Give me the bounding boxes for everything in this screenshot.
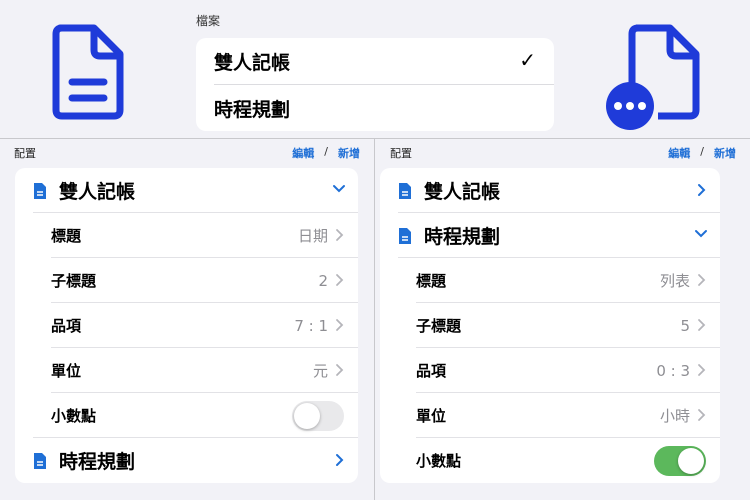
chevron-right-icon (336, 319, 344, 331)
decimal-toggle[interactable] (654, 446, 706, 476)
config-list: 雙人記帳 標題 日期 子標題 2 品項 7 : 1 單位 元 小數點 時程規劃 (15, 168, 358, 483)
chevron-right-icon (336, 229, 344, 241)
row-label: 子標題 (416, 317, 462, 335)
group-header-schedule[interactable]: 時程規劃 (15, 438, 358, 483)
row-value: 小時 (659, 407, 690, 425)
group-title: 時程規劃 (59, 451, 136, 473)
divider (374, 139, 375, 500)
group-header-couple-budget[interactable]: 雙人記帳 (380, 168, 720, 213)
group-header-schedule[interactable]: 時程規劃 (380, 213, 720, 258)
edit-button[interactable]: 編輯 (292, 145, 314, 161)
row-label: 單位 (416, 407, 447, 425)
row-unit[interactable]: 單位 小時 (380, 393, 720, 438)
row-items[interactable]: 品項 0 : 3 (380, 348, 720, 393)
file-label: 檔案 (196, 14, 221, 28)
add-button[interactable]: 新增 (338, 145, 360, 161)
group-title: 時程規劃 (424, 226, 501, 248)
chevron-down-icon (695, 230, 707, 238)
pane-actions: 編輯 / 新增 (292, 145, 360, 161)
row-label: 標題 (51, 227, 82, 245)
right-config-pane: 配置 編輯 / 新增 雙人記帳 時程規劃 標題 列表 子標題 5 品項 0: … (376, 139, 750, 500)
row-subtitle[interactable]: 子標題 2 (15, 258, 358, 303)
row-label: 標題 (416, 272, 447, 290)
config-list: 雙人記帳 時程規劃 標題 列表 子標題 5 品項 0 : 3 單位 小時 小數點 (380, 168, 720, 483)
document-icon[interactable] (50, 24, 126, 120)
separator-slash: / (324, 145, 328, 158)
row-label: 小數點 (416, 452, 462, 470)
pane-actions: 編輯 / 新增 (668, 145, 736, 161)
row-decimal: 小數點 (380, 438, 720, 483)
row-title[interactable]: 標題 日期 (15, 213, 358, 258)
group-title: 雙人記帳 (424, 181, 501, 203)
file-option-label: 雙人記帳 (214, 51, 291, 74)
chevron-right-icon (698, 184, 706, 196)
row-value: 2 (318, 271, 328, 290)
chevron-right-icon (698, 364, 706, 376)
group-header-couple-budget[interactable]: 雙人記帳 (15, 168, 358, 213)
edit-button[interactable]: 編輯 (668, 145, 690, 161)
row-unit[interactable]: 單位 元 (15, 348, 358, 393)
more-document-icon[interactable] (600, 24, 706, 132)
row-decimal: 小數點 (15, 393, 358, 438)
file-picker-area: 檔案 雙人記帳 ✓ 時程規劃 (0, 0, 750, 138)
document-icon (34, 452, 46, 469)
row-label: 品項 (416, 362, 447, 380)
chevron-right-icon (336, 454, 344, 466)
row-value: 7 : 1 (294, 316, 328, 335)
row-value: 5 (680, 316, 690, 335)
file-option-couple-budget[interactable]: 雙人記帳 ✓ (196, 38, 554, 84)
pane-title: 配置 (390, 147, 412, 160)
row-label: 小數點 (51, 407, 97, 425)
checkmark-icon: ✓ (519, 48, 536, 72)
file-dropdown: 雙人記帳 ✓ 時程規劃 (196, 38, 554, 131)
file-option-schedule[interactable]: 時程規劃 (196, 85, 554, 131)
chevron-right-icon (336, 364, 344, 376)
pane-header: 配置 編輯 / 新增 (14, 145, 360, 161)
row-title[interactable]: 標題 列表 (380, 258, 720, 303)
row-label: 單位 (51, 362, 82, 380)
row-items[interactable]: 品項 7 : 1 (15, 303, 358, 348)
row-value: 元 (312, 362, 328, 380)
pane-header: 配置 編輯 / 新增 (390, 145, 736, 161)
chevron-right-icon (698, 409, 706, 421)
row-subtitle[interactable]: 子標題 5 (380, 303, 720, 348)
separator-slash: / (700, 145, 704, 158)
row-label: 品項 (51, 317, 82, 335)
chevron-right-icon (698, 274, 706, 286)
chevron-right-icon (698, 319, 706, 331)
chevron-right-icon (336, 274, 344, 286)
file-option-label: 時程規劃 (214, 98, 291, 121)
decimal-toggle[interactable] (292, 401, 344, 431)
document-icon (399, 182, 411, 199)
row-value: 0 : 3 (656, 361, 690, 380)
left-config-pane: 配置 編輯 / 新增 雙人記帳 標題 日期 子標題 2 品項 7 : 1 單位 … (0, 139, 374, 500)
group-title: 雙人記帳 (59, 181, 136, 203)
row-value: 列表 (659, 272, 690, 290)
chevron-down-icon (333, 185, 345, 193)
add-button[interactable]: 新增 (714, 145, 736, 161)
row-label: 子標題 (51, 272, 97, 290)
document-icon (399, 227, 411, 244)
pane-title: 配置 (14, 147, 36, 160)
row-value: 日期 (297, 227, 328, 245)
document-icon (34, 182, 46, 199)
